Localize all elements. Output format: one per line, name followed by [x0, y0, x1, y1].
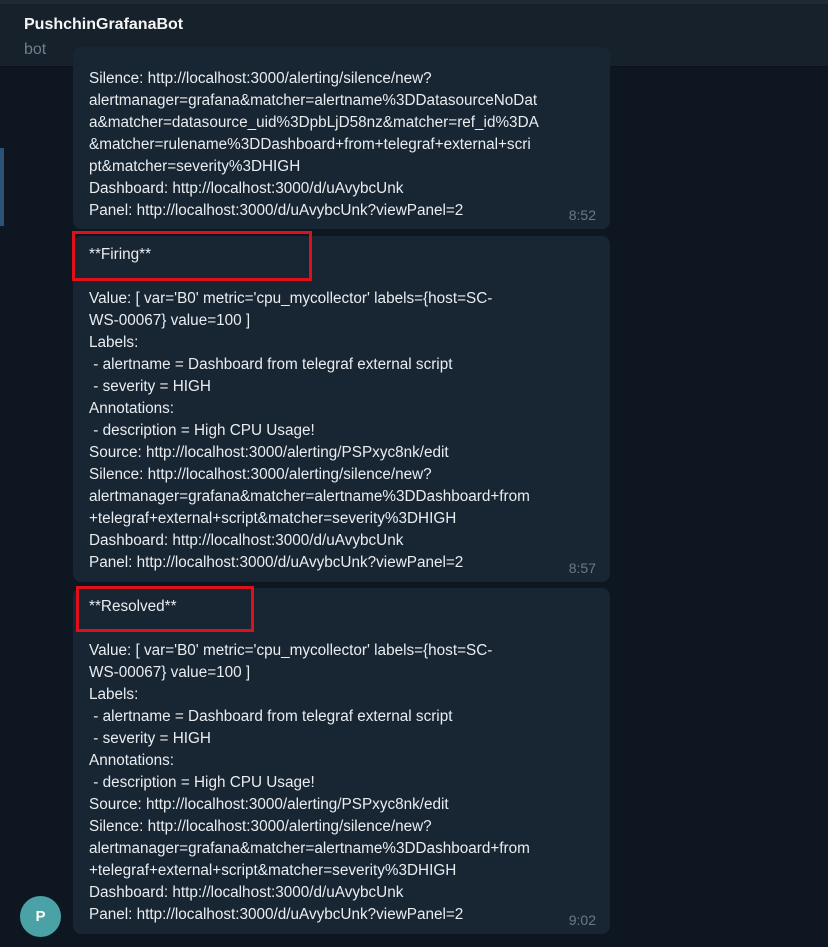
firing-highlight-box — [72, 231, 312, 281]
avatar[interactable]: P — [20, 896, 61, 937]
chat-title[interactable]: PushchinGrafanaBot — [24, 16, 183, 34]
message-bubble[interactable]: **Resolved** Value: [ var='B0' metric='c… — [73, 588, 610, 934]
message-time: 8:52 — [568, 207, 596, 223]
message-text: Silence: http://localhost:3000/alerting/… — [89, 70, 539, 219]
message-list[interactable]: Silence: http://localhost:3000/alerting/… — [0, 47, 828, 947]
message-text: **Resolved** Value: [ var='B0' metric='c… — [89, 598, 530, 923]
chat-subtitle: bot — [24, 41, 47, 58]
resolved-highlight-box — [76, 586, 254, 632]
message-bubble[interactable]: Silence: http://localhost:3000/alerting/… — [73, 47, 610, 229]
message-bubble[interactable]: **Firing** Value: [ var='B0' metric='cpu… — [73, 236, 610, 582]
chat-window: PushchinGrafanaBot bot Silence: http://l… — [0, 0, 828, 947]
message-time: 8:57 — [568, 560, 596, 576]
message-time: 9:02 — [568, 912, 596, 928]
message-text: **Firing** Value: [ var='B0' metric='cpu… — [89, 246, 530, 571]
